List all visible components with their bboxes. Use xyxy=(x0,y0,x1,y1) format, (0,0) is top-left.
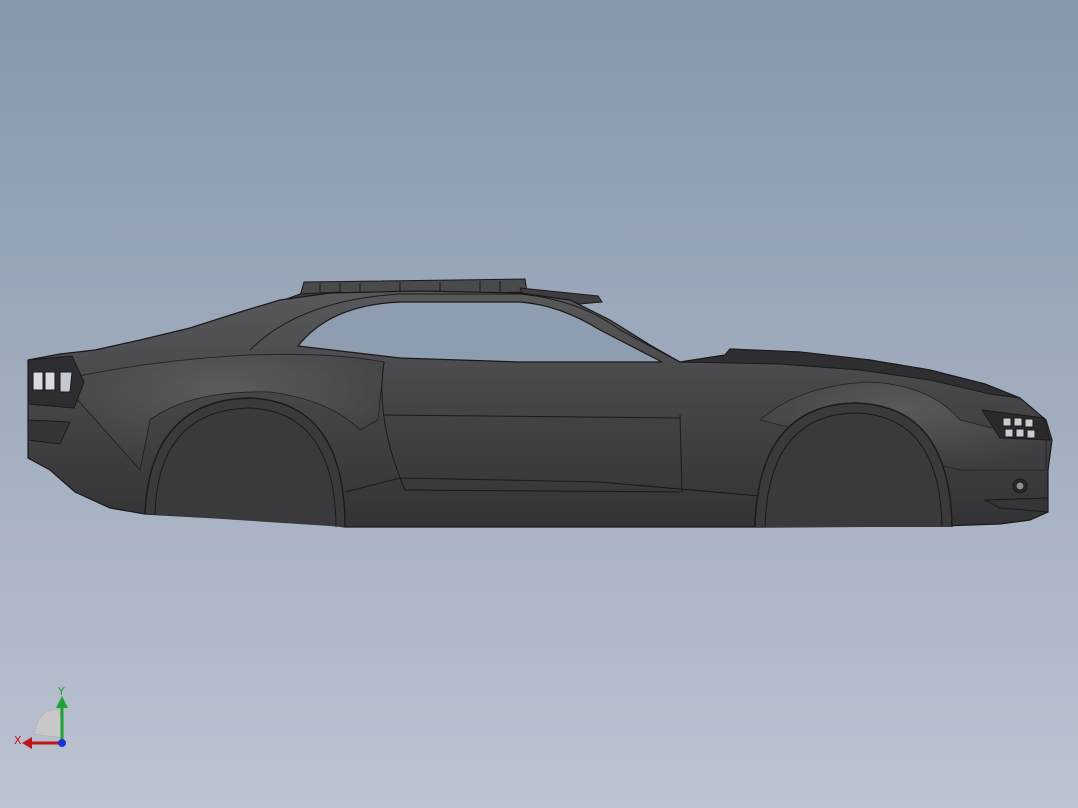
x-arrow-icon xyxy=(22,737,32,749)
y-axis-label: Y xyxy=(57,686,65,698)
z-axis-icon xyxy=(58,739,66,747)
triad-plane-icon xyxy=(33,709,63,739)
graphics-viewport[interactable]: Y X xyxy=(0,0,1078,808)
x-axis-label: X xyxy=(14,734,22,747)
car-body-model[interactable] xyxy=(0,0,1078,808)
axis-triad[interactable]: Y X xyxy=(12,686,74,752)
